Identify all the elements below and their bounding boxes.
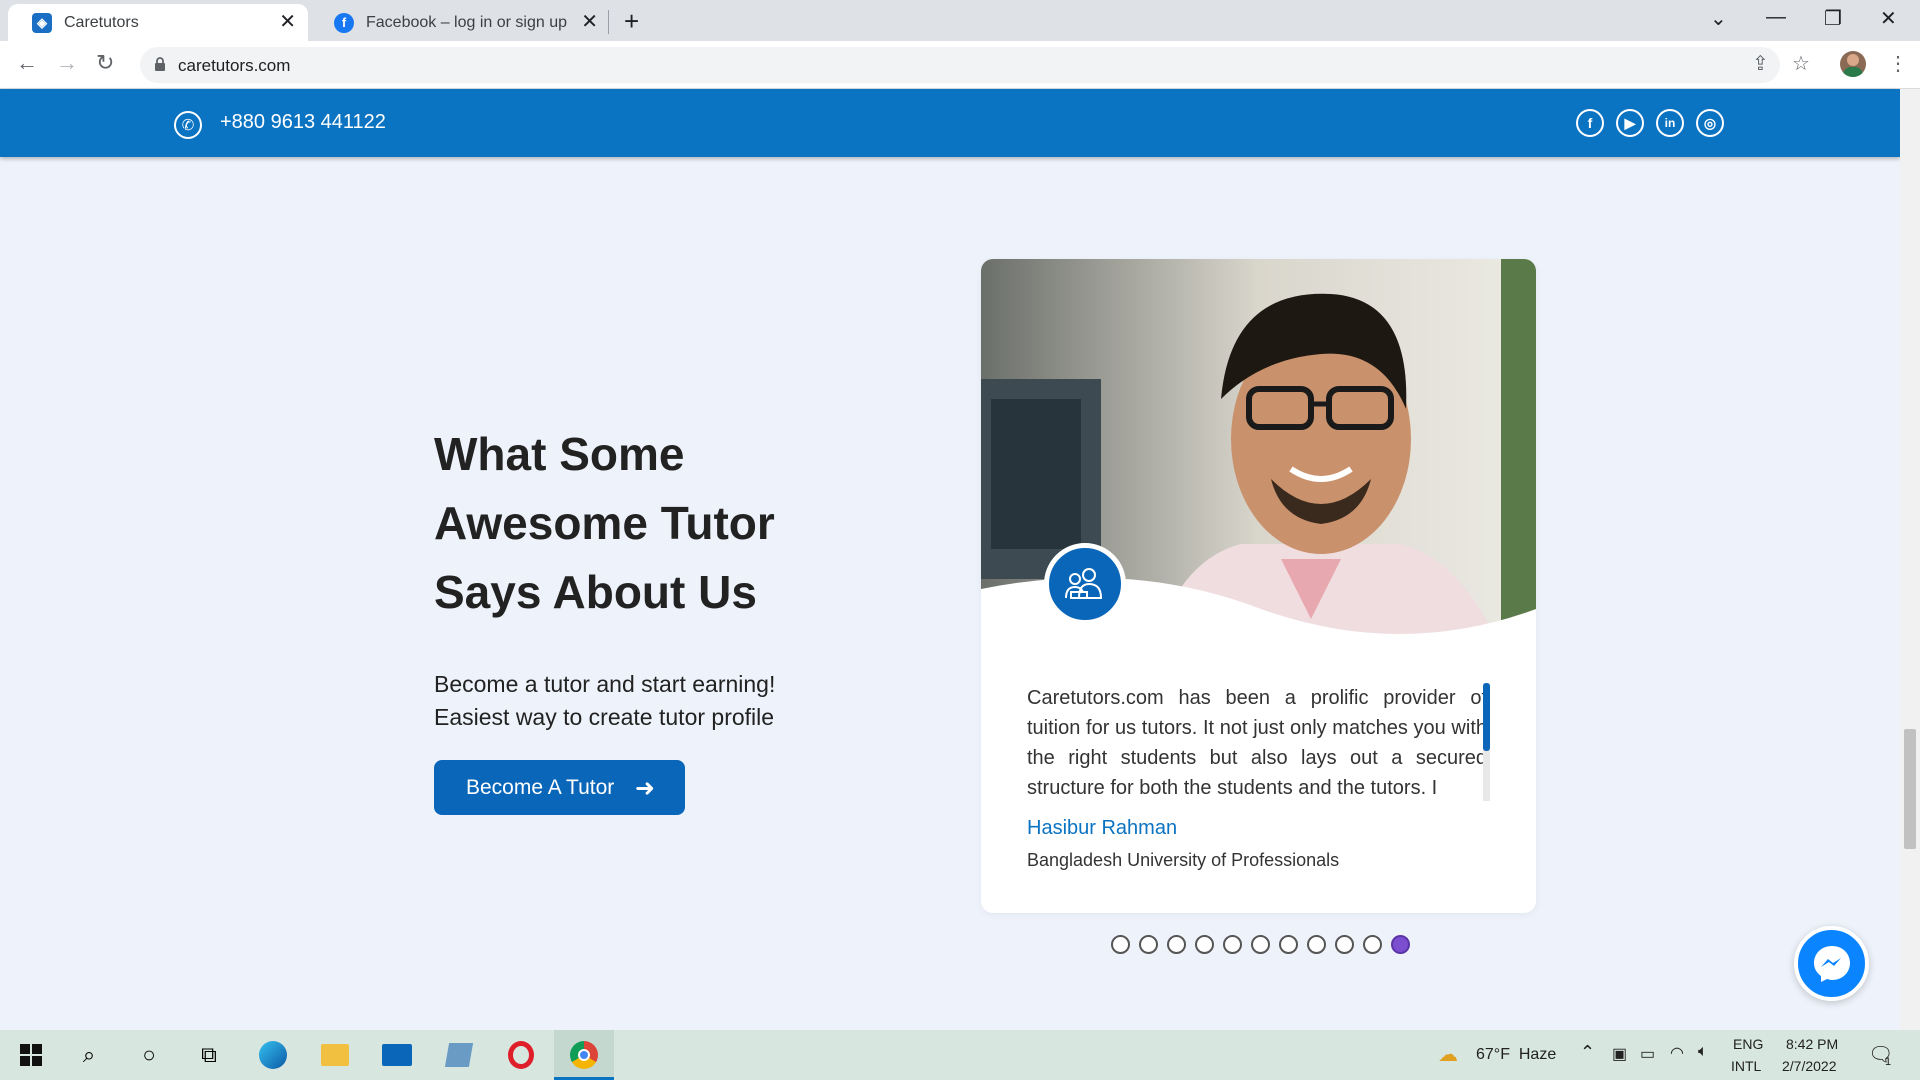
page-scrollbar-thumb[interactable]	[1904, 729, 1916, 849]
phone-icon: ✆	[174, 111, 202, 139]
carousel-dot[interactable]	[1307, 935, 1326, 954]
tab-title: Facebook – log in or sign up	[366, 13, 568, 31]
tutor-badge-icon	[1044, 543, 1126, 625]
cta-label: Become A Tutor	[466, 775, 615, 799]
messenger-chat-button[interactable]	[1794, 926, 1869, 1001]
meet-now-icon[interactable]: ▣	[1612, 1044, 1627, 1064]
facebook-icon[interactable]: f	[1576, 109, 1604, 137]
youtube-icon[interactable]: ▶	[1616, 109, 1644, 137]
phone-number[interactable]: +880 9613 441122	[220, 111, 386, 134]
tab-title: Caretutors	[64, 13, 139, 31]
linkedin-icon[interactable]: in	[1656, 109, 1684, 137]
weather-icon[interactable]: ☁	[1438, 1042, 1458, 1067]
mail-icon[interactable]	[382, 1040, 412, 1070]
caretutors-icon: ◈	[32, 12, 52, 33]
become-tutor-button[interactable]: Become A Tutor ➜	[434, 760, 685, 815]
section-subtext: Become a tutor and start earning! Easies…	[434, 668, 854, 734]
carousel-dot[interactable]	[1363, 935, 1382, 954]
tab-search-icon[interactable]: ⌄	[1710, 6, 1727, 31]
notification-count: 1	[1885, 1056, 1892, 1068]
cortana-icon[interactable]: ○	[134, 1040, 164, 1070]
carousel-dot[interactable]	[1279, 935, 1298, 954]
weather-text[interactable]: 67°F Haze	[1476, 1046, 1556, 1064]
windows-taskbar: ⌕ ○ ⧉ ☁ 67°F Haze ⌃ ▣ ▭ ◠ 🔈︎ ENG INTL 8:…	[0, 1030, 1920, 1080]
carousel-dot[interactable]	[1391, 935, 1410, 954]
task-view-icon[interactable]: ⧉	[194, 1040, 224, 1070]
subtext-line-2: Easiest way to create tutor profile	[434, 704, 775, 730]
file-explorer-icon[interactable]	[320, 1040, 350, 1070]
minimize-icon[interactable]: —	[1766, 6, 1786, 29]
back-icon[interactable]: ←	[16, 51, 38, 75]
windows-start-icon[interactable]	[16, 1040, 46, 1070]
search-icon[interactable]: ⌕	[74, 1040, 104, 1070]
students-icon	[1065, 568, 1103, 599]
tab-facebook[interactable]: f Facebook – log in or sign up ✕	[310, 4, 610, 41]
window-close-icon[interactable]: ✕	[1880, 6, 1897, 31]
battery-icon[interactable]: ▭	[1640, 1044, 1655, 1064]
arrow-right-icon: ➜	[634, 775, 655, 802]
testimonial-quote: Caretutors.com has been a prolific provi…	[1027, 687, 1487, 799]
opera-icon[interactable]	[506, 1040, 536, 1070]
instagram-icon[interactable]: ◎	[1696, 109, 1724, 137]
carousel-dot[interactable]	[1251, 935, 1270, 954]
language-layout[interactable]: INTL	[1731, 1058, 1761, 1074]
profile-avatar[interactable]	[1840, 51, 1866, 77]
chrome-icon	[570, 1041, 598, 1069]
new-tab-icon[interactable]: +	[624, 8, 639, 34]
share-icon[interactable]: ⇪	[1752, 53, 1769, 75]
restore-icon[interactable]: ❐	[1824, 6, 1842, 31]
carousel-dot[interactable]	[1195, 935, 1214, 954]
carousel-dot[interactable]	[1139, 935, 1158, 954]
more-menu-icon[interactable]: ⋮	[1888, 53, 1908, 75]
bookmark-star-icon[interactable]: ☆	[1792, 53, 1810, 75]
close-tab-icon[interactable]: ✕	[581, 12, 598, 32]
subtext-line-1: Become a tutor and start earning!	[434, 671, 776, 697]
url-text: caretutors.com	[178, 56, 291, 75]
clock-date[interactable]: 2/7/2022	[1782, 1058, 1837, 1074]
forward-icon[interactable]: →	[56, 51, 78, 75]
reload-icon[interactable]: ↻	[96, 51, 114, 75]
show-hidden-icons[interactable]: ⌃	[1580, 1042, 1595, 1063]
carousel-dot[interactable]	[1167, 935, 1186, 954]
site-top-bar: ✆ +880 9613 441122 f ▶ in ◎	[0, 89, 1900, 157]
wifi-icon[interactable]: ◠	[1670, 1043, 1684, 1063]
chrome-taskbar-item[interactable]	[554, 1030, 614, 1080]
testimonial-author: Hasibur Rahman	[1027, 817, 1178, 839]
edge-icon[interactable]	[258, 1040, 288, 1070]
clock-time[interactable]: 8:42 PM	[1786, 1036, 1838, 1052]
carousel-dot[interactable]	[1111, 935, 1130, 954]
messenger-icon	[1813, 945, 1850, 982]
browser-tab-strip: ◈ Caretutors ✕ f Facebook – log in or si…	[0, 0, 1920, 41]
browser-toolbar: ← → ↻ caretutors.com ⇪ ☆ ⋮	[0, 41, 1920, 89]
language-code[interactable]: ENG	[1733, 1036, 1763, 1052]
quote-scroll-thumb[interactable]	[1483, 683, 1490, 751]
carousel-dots	[1111, 935, 1410, 954]
carousel-dot[interactable]	[1335, 935, 1354, 954]
notes-app-icon[interactable]	[444, 1040, 474, 1070]
tab-divider	[608, 10, 609, 34]
address-bar[interactable]: caretutors.com	[140, 47, 1780, 83]
testimonial-card: Caretutors.com has been a prolific provi…	[981, 259, 1536, 913]
carousel-dot[interactable]	[1223, 935, 1242, 954]
volume-icon[interactable]: 🔈︎	[1698, 1043, 1708, 1061]
tab-caretutors[interactable]: ◈ Caretutors ✕	[8, 4, 308, 41]
lock-icon	[155, 57, 165, 71]
facebook-icon: f	[334, 12, 354, 33]
close-tab-icon[interactable]: ✕	[279, 12, 296, 32]
testimonial-organization: Bangladesh University of Professionals	[1027, 850, 1340, 870]
section-heading: What Some Awesome Tutor Says About Us	[434, 428, 775, 618]
page-scrollbar[interactable]	[1900, 89, 1920, 1030]
